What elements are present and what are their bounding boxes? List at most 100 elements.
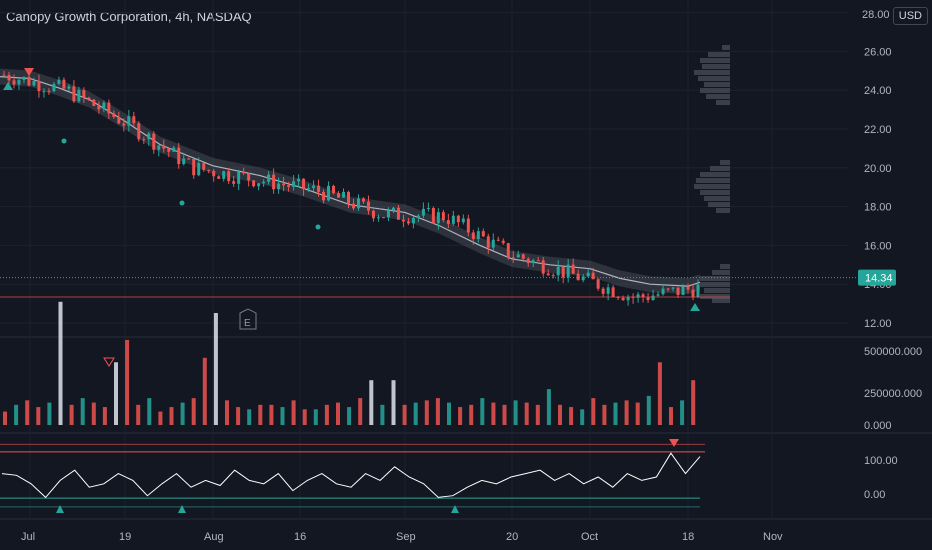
volume-bar — [624, 400, 629, 425]
price-candle — [7, 74, 11, 81]
volume-profile-bar — [722, 45, 730, 50]
volume-bar — [546, 389, 551, 425]
volume-tick-label: 0.000 — [864, 420, 892, 432]
volume-bar — [358, 398, 363, 425]
time-tick-label: 16 — [294, 531, 306, 543]
price-candle — [92, 99, 96, 106]
volume-bar — [535, 404, 540, 425]
price-candle — [107, 102, 111, 114]
volume-bar — [225, 400, 229, 425]
price-tick-label: 16.00 — [864, 240, 892, 252]
price-candle — [436, 212, 440, 224]
price-candle — [2, 74, 6, 76]
volume-bar — [347, 407, 352, 425]
price-candle — [556, 266, 560, 276]
osc-sell-signal-icon — [669, 439, 679, 447]
price-candle — [142, 139, 146, 141]
price-candle — [317, 185, 321, 192]
volume-bar — [680, 400, 685, 425]
volume-bar — [669, 407, 673, 425]
volume-profile-bar — [720, 160, 730, 165]
price-candle — [97, 105, 101, 110]
volume-bar — [402, 404, 407, 425]
last-price-label: 14.34 — [865, 273, 893, 285]
price-candle — [646, 297, 650, 301]
time-tick-label: Jul — [21, 531, 35, 543]
price-candle — [531, 260, 535, 264]
volume-bar — [591, 398, 596, 425]
price-candle — [431, 207, 435, 224]
price-candle — [441, 212, 445, 221]
volume-bar — [435, 398, 440, 425]
price-candle — [571, 264, 575, 274]
volume-bar — [569, 407, 574, 425]
price-candle — [526, 258, 530, 264]
osc-tick-label: 100.00 — [864, 455, 898, 467]
price-candle — [461, 218, 465, 223]
price-candle — [591, 272, 595, 280]
volume-bar — [380, 404, 385, 425]
volume-bar — [469, 404, 474, 425]
price-candle — [247, 173, 251, 181]
price-candle — [391, 207, 395, 211]
price-candle — [42, 91, 46, 93]
price-candle — [122, 123, 126, 126]
price-candle — [566, 264, 570, 278]
price-candle — [327, 185, 331, 201]
price-candle — [257, 183, 261, 187]
price-candle — [351, 203, 355, 209]
price-candle — [342, 191, 346, 198]
price-candle — [77, 90, 81, 102]
volume-profile-bar — [700, 282, 730, 287]
price-candle — [546, 273, 550, 276]
price-candle — [456, 215, 460, 223]
price-candle — [506, 243, 510, 258]
volume-profile-bar — [720, 264, 730, 269]
price-candle — [127, 116, 131, 126]
volume-bar — [369, 380, 374, 425]
price-candle — [212, 170, 216, 177]
price-candle — [277, 183, 281, 190]
price-candle — [157, 145, 161, 150]
volume-bar — [14, 404, 19, 425]
price-candle — [57, 79, 61, 84]
volume-bar — [180, 402, 185, 425]
volume-profile-bar — [704, 196, 730, 201]
price-candle — [586, 272, 590, 277]
price-candle — [596, 279, 600, 289]
price-candle — [182, 158, 186, 165]
price-candle — [491, 239, 495, 248]
volume-bar — [280, 407, 285, 425]
volume-bar — [25, 400, 30, 425]
price-candle — [52, 83, 56, 92]
volume-profile-bar — [712, 298, 730, 303]
price-candle — [381, 217, 385, 219]
price-candle — [501, 240, 505, 244]
price-candle — [197, 163, 201, 176]
price-candle — [576, 273, 580, 281]
price-candle — [252, 180, 256, 187]
volume-bar — [114, 362, 118, 425]
volume-profile-bar — [706, 94, 730, 99]
price-candle — [347, 191, 351, 204]
price-candle — [177, 147, 181, 165]
price-candle — [207, 169, 211, 171]
volume-bar — [491, 402, 496, 425]
volume-profile-bar — [700, 88, 730, 93]
volume-bar — [213, 313, 218, 425]
volume-bar — [413, 402, 418, 425]
price-candle — [202, 163, 206, 170]
time-tick-label: 20 — [506, 531, 518, 543]
volume-profile-bar — [704, 288, 730, 293]
price-candle — [172, 147, 176, 152]
price-candle — [222, 171, 226, 179]
chart-canvas[interactable]: 28.0026.0024.0022.0020.0018.0016.0014.00… — [0, 0, 932, 550]
volume-profile-bar — [712, 270, 730, 275]
price-candle — [676, 287, 680, 295]
price-candle — [102, 102, 106, 110]
price-candle — [132, 116, 136, 124]
price-tick-label: 28.00 — [862, 9, 890, 21]
price-candle — [371, 210, 375, 219]
volume-bar — [47, 402, 52, 425]
price-tick-label: 22.00 — [864, 124, 892, 136]
